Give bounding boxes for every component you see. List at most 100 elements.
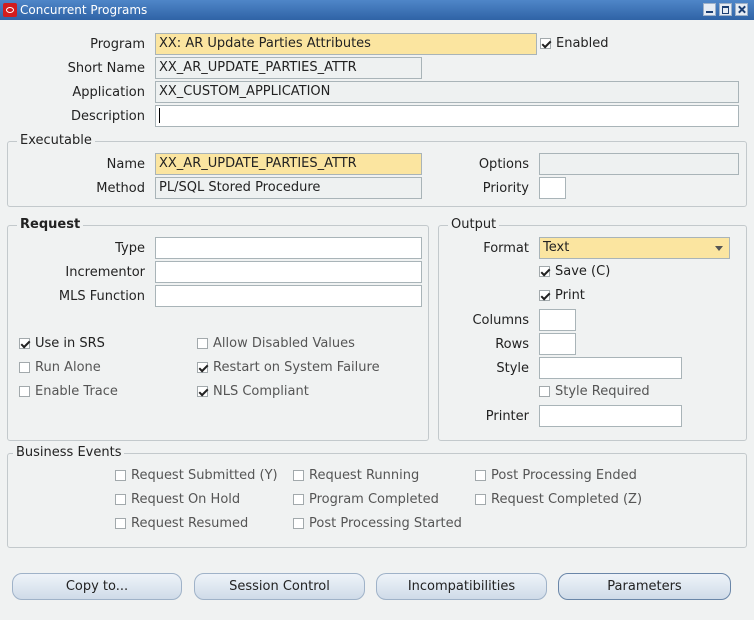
- style-field[interactable]: [539, 357, 682, 379]
- method-field[interactable]: PL/SQL Stored Procedure: [155, 177, 422, 199]
- checkbox-box: [539, 290, 550, 301]
- mls-function-field[interactable]: [155, 285, 422, 307]
- checkbox-box: [115, 494, 126, 505]
- event-request-resumed-checkbox[interactable]: Request Resumed: [115, 515, 248, 533]
- chevron-down-icon[interactable]: [715, 246, 723, 251]
- mls-function-label: MLS Function: [58, 289, 145, 304]
- checkbox-box: [197, 386, 208, 397]
- minimize-icon[interactable]: [703, 3, 716, 16]
- options-field[interactable]: [539, 153, 739, 175]
- restart-on-failure-label: Restart on System Failure: [213, 360, 380, 375]
- checkbox-box: [19, 362, 30, 373]
- event-label: Request Submitted (Y): [131, 468, 278, 483]
- run-alone-label: Run Alone: [35, 360, 101, 375]
- executable-name-field[interactable]: XX_AR_UPDATE_PARTIES_ATTR: [155, 153, 422, 175]
- checkbox-box: [115, 470, 126, 481]
- program-field[interactable]: XX: AR Update Parties Attributes: [155, 33, 537, 55]
- event-label: Program Completed: [309, 492, 439, 507]
- event-label: Request On Hold: [131, 492, 241, 507]
- columns-field[interactable]: [539, 309, 576, 331]
- parameters-button[interactable]: Parameters: [558, 573, 731, 600]
- event-post-processing-ended-checkbox[interactable]: Post Processing Ended: [475, 467, 637, 485]
- event-label: Request Resumed: [131, 516, 249, 531]
- incrementor-field[interactable]: [155, 261, 422, 283]
- incrementor-label: Incrementor: [65, 265, 145, 280]
- checkbox-box: [475, 470, 486, 481]
- rows-field[interactable]: [539, 333, 576, 355]
- print-label: Print: [555, 288, 585, 303]
- checkbox-box: [475, 494, 486, 505]
- restart-on-failure-checkbox[interactable]: Restart on System Failure: [197, 359, 380, 377]
- event-request-completed-checkbox[interactable]: Request Completed (Z): [475, 491, 642, 509]
- event-program-completed-checkbox[interactable]: Program Completed: [293, 491, 439, 509]
- event-label: Request Running: [309, 468, 420, 483]
- columns-label: Columns: [472, 313, 529, 328]
- save-checkbox[interactable]: Save (C): [539, 263, 610, 281]
- printer-field[interactable]: [539, 405, 682, 427]
- program-label: Program: [90, 37, 145, 52]
- format-value: Text: [543, 240, 570, 255]
- text-cursor: [159, 108, 160, 123]
- session-control-button[interactable]: Session Control: [194, 573, 365, 600]
- close-icon[interactable]: [735, 3, 748, 16]
- save-label: Save (C): [555, 264, 611, 279]
- window-title: Concurrent Programs: [20, 3, 148, 17]
- checkbox-box: [293, 494, 304, 505]
- event-label: Post Processing Ended: [491, 468, 637, 483]
- use-in-srs-checkbox[interactable]: Use in SRS: [19, 335, 105, 353]
- copy-to-button[interactable]: Copy to...: [12, 573, 182, 600]
- checkbox-box: [539, 266, 550, 277]
- rows-label: Rows: [495, 337, 529, 352]
- event-label: Request Completed (Z): [491, 492, 643, 507]
- short-name-field[interactable]: XX_AR_UPDATE_PARTIES_ATTR: [155, 57, 422, 79]
- enabled-label: Enabled: [556, 36, 609, 51]
- oracle-icon: [3, 3, 17, 17]
- checkbox-box: [540, 38, 551, 49]
- event-request-running-checkbox[interactable]: Request Running: [293, 467, 419, 485]
- checkbox-box: [115, 518, 126, 529]
- run-alone-checkbox[interactable]: Run Alone: [19, 359, 101, 377]
- options-label: Options: [478, 157, 529, 172]
- short-name-label: Short Name: [67, 61, 145, 76]
- application-field[interactable]: XX_CUSTOM_APPLICATION: [155, 81, 739, 103]
- enable-trace-checkbox[interactable]: Enable Trace: [19, 383, 118, 401]
- event-request-submitted-checkbox[interactable]: Request Submitted (Y): [115, 467, 278, 485]
- nls-compliant-checkbox[interactable]: NLS Compliant: [197, 383, 309, 401]
- checkbox-box: [19, 338, 30, 349]
- incompatibilities-button[interactable]: Incompatibilities: [376, 573, 547, 600]
- event-request-on-hold-checkbox[interactable]: Request On Hold: [115, 491, 240, 509]
- checkbox-box: [19, 386, 30, 397]
- enable-trace-label: Enable Trace: [35, 384, 118, 399]
- print-checkbox[interactable]: Print: [539, 287, 585, 305]
- request-title: Request: [17, 217, 84, 233]
- use-in-srs-label: Use in SRS: [35, 336, 105, 351]
- description-label: Description: [70, 109, 145, 124]
- method-label: Method: [96, 181, 145, 196]
- style-required-label: Style Required: [555, 384, 650, 399]
- enabled-checkbox[interactable]: Enabled: [540, 35, 609, 53]
- checkbox-box: [293, 470, 304, 481]
- priority-field[interactable]: [539, 177, 566, 199]
- type-label: Type: [115, 241, 145, 256]
- allow-disabled-values-checkbox[interactable]: Allow Disabled Values: [197, 335, 355, 353]
- business-events-title: Business Events: [13, 445, 125, 461]
- format-label: Format: [483, 241, 529, 256]
- type-field[interactable]: [155, 237, 422, 259]
- format-select[interactable]: Text: [539, 237, 730, 259]
- style-required-checkbox[interactable]: Style Required: [539, 383, 650, 401]
- application-label: Application: [72, 85, 145, 100]
- priority-label: Priority: [482, 181, 529, 196]
- checkbox-box: [197, 362, 208, 373]
- printer-label: Printer: [485, 409, 529, 424]
- maximize-icon[interactable]: [719, 3, 732, 16]
- executable-title: Executable: [17, 133, 95, 149]
- event-label: Post Processing Started: [309, 516, 462, 531]
- window-titlebar[interactable]: Concurrent Programs: [0, 0, 754, 20]
- style-label: Style: [496, 361, 529, 376]
- checkbox-box: [293, 518, 304, 529]
- checkbox-box: [197, 338, 208, 349]
- allow-disabled-values-label: Allow Disabled Values: [213, 336, 355, 351]
- event-post-processing-started-checkbox[interactable]: Post Processing Started: [293, 515, 462, 533]
- description-field[interactable]: [155, 105, 739, 127]
- nls-compliant-label: NLS Compliant: [213, 384, 309, 399]
